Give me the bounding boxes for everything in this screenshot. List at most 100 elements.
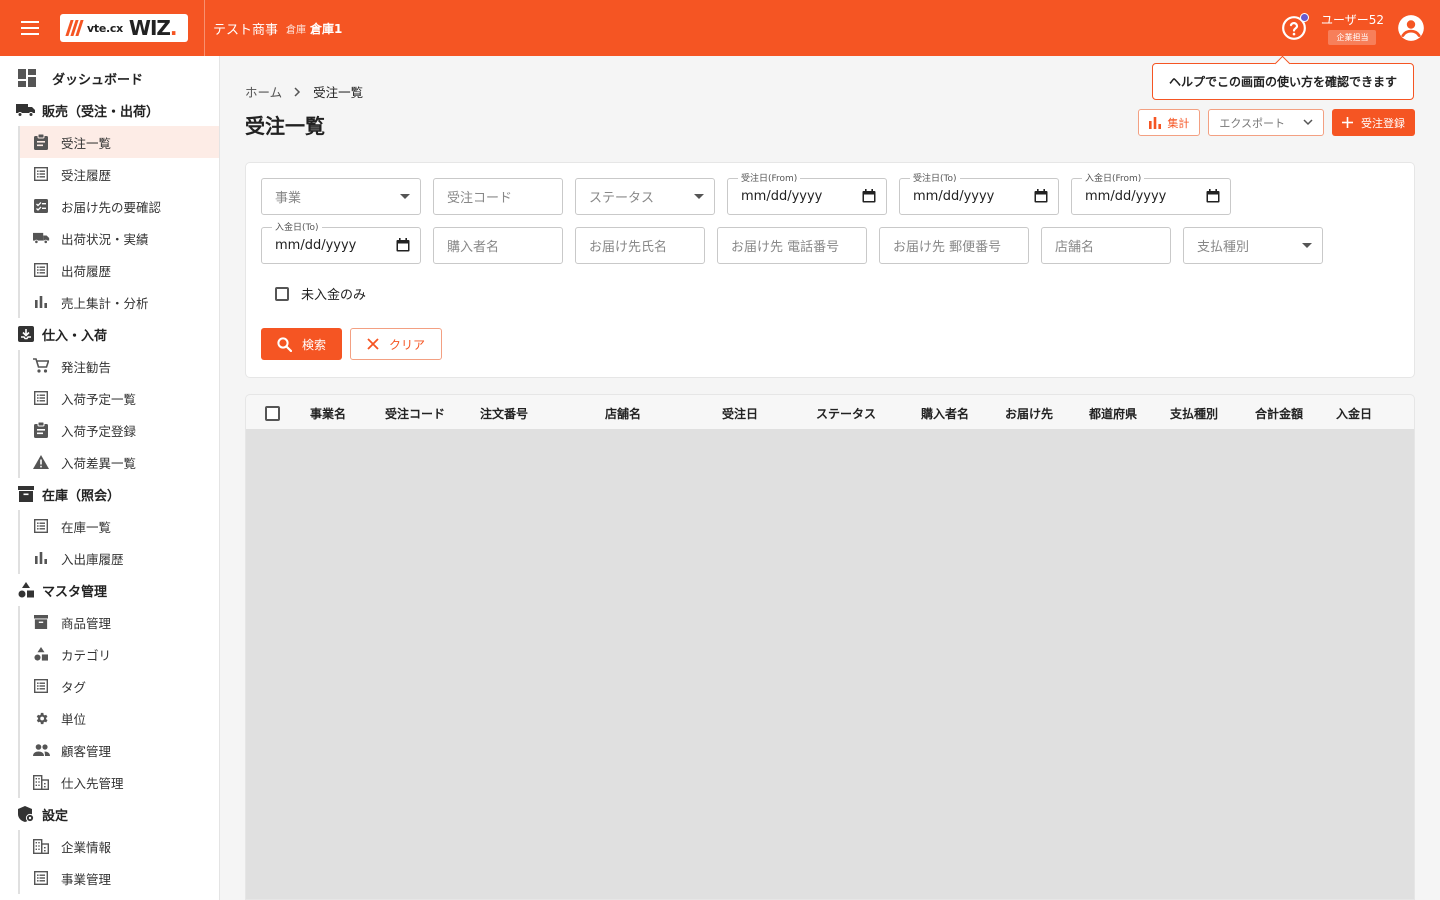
sidebar-item-arrival-diff[interactable]: 入荷差異一覧: [18, 446, 219, 478]
shapes-icon: [16, 580, 36, 600]
store-name-input[interactable]: 店舗名: [1041, 227, 1171, 264]
order-date-from-input[interactable]: 受注日(From) mm/dd/yyyy: [727, 171, 887, 215]
payment-date-from-label: 入金日(From): [1082, 171, 1145, 184]
search-button[interactable]: 検索: [261, 328, 342, 360]
business-select[interactable]: 事業: [261, 178, 421, 215]
column-total-amount[interactable]: 合計金額: [1255, 405, 1303, 422]
page-title: 受注一覧: [245, 114, 325, 138]
order-code-input[interactable]: 受注コード: [433, 178, 563, 215]
user-info[interactable]: ユーザー52 企業担当: [1321, 11, 1384, 45]
sidebar-item-arrival-schedule[interactable]: 入荷予定一覧: [18, 382, 219, 414]
archive-icon: [16, 484, 36, 504]
column-status[interactable]: ステータス: [816, 405, 876, 422]
orders-table: 事業名 受注コード 注文番号 店舗名 受注日 ステータス 購入者名 お届け先 都…: [245, 394, 1415, 900]
column-order-date[interactable]: 受注日: [722, 405, 758, 422]
sidebar-item-label: 出荷状況・実績: [61, 231, 149, 247]
dashboard-icon: [16, 67, 38, 89]
help-button[interactable]: [1279, 13, 1309, 43]
clear-button[interactable]: クリア: [350, 328, 442, 360]
sidebar-item-label: 仕入先管理: [61, 775, 124, 791]
recipient-phone-placeholder: お届け先 電話番号: [731, 240, 840, 255]
recipient-zip-placeholder: お届け先 郵便番号: [893, 240, 1002, 255]
order-code-placeholder: 受注コード: [447, 191, 513, 206]
sidebar-item-units[interactable]: 単位: [18, 702, 219, 734]
sidebar-item-label: 単位: [61, 711, 87, 727]
breadcrumb: ホーム 受注一覧: [245, 82, 363, 101]
account-button[interactable]: [1396, 13, 1426, 43]
warning-icon: [32, 453, 50, 471]
column-store-name[interactable]: 店舗名: [605, 405, 641, 422]
buyer-name-placeholder: 購入者名: [447, 240, 500, 255]
sidebar-item-tags[interactable]: タグ: [18, 670, 219, 702]
sidebar-item-sales-analysis[interactable]: 売上集計・分析: [18, 286, 219, 318]
sidebar-item-arrival-register[interactable]: 入荷予定登録: [18, 414, 219, 446]
calendar-icon[interactable]: [862, 189, 876, 203]
column-order-number[interactable]: 注文番号: [480, 405, 528, 422]
sidebar-section-purchasing[interactable]: 仕入・入荷: [0, 318, 219, 350]
buyer-name-input[interactable]: 購入者名: [433, 227, 563, 264]
column-buyer-name[interactable]: 購入者名: [921, 405, 969, 422]
settings-shield-icon: [16, 804, 36, 824]
status-select[interactable]: ステータス: [575, 178, 715, 215]
sidebar-section-settings[interactable]: 設定: [0, 798, 219, 830]
menu-button[interactable]: [0, 0, 60, 56]
register-order-button[interactable]: 受注登録: [1332, 109, 1415, 136]
aggregate-button[interactable]: 集計: [1138, 109, 1201, 136]
sidebar-item-label: タグ: [61, 679, 87, 695]
sidebar-item-categories[interactable]: カテゴリ: [18, 638, 219, 670]
app-logo[interactable]: vte.cx WIZ.: [60, 14, 188, 42]
payment-type-select[interactable]: 支払種別: [1183, 227, 1323, 264]
select-all-checkbox[interactable]: [265, 406, 280, 421]
payment-date-from-input[interactable]: 入金日(From) mm/dd/yyyy: [1071, 171, 1231, 215]
sidebar-section-label: 販売（受注・出荷）: [42, 104, 160, 120]
payment-type-placeholder: 支払種別: [1197, 240, 1250, 255]
sidebar-item-products[interactable]: 商品管理: [18, 606, 219, 638]
logo-text: vte.cx: [87, 21, 123, 35]
sidebar-item-stock-list[interactable]: 在庫一覧: [18, 510, 219, 542]
column-business-name[interactable]: 事業名: [310, 405, 346, 422]
order-date-to-input[interactable]: 受注日(To) mm/dd/yyyy: [899, 171, 1059, 215]
column-payment-type[interactable]: 支払種別: [1170, 405, 1218, 422]
column-prefecture[interactable]: 都道府県: [1089, 405, 1137, 422]
sidebar-section-label: 設定: [42, 808, 69, 824]
sidebar-section-master[interactable]: マスタ管理: [0, 574, 219, 606]
gear-icon: [32, 709, 50, 727]
column-order-code[interactable]: 受注コード: [385, 405, 445, 422]
bar-chart-icon: [1149, 116, 1162, 129]
sidebar-item-label: 在庫一覧: [61, 519, 112, 535]
column-recipient[interactable]: お届け先: [1005, 405, 1053, 422]
sidebar-item-label: 企業情報: [61, 839, 112, 855]
sidebar-item-company-info[interactable]: 企業情報: [18, 830, 219, 862]
sidebar-item-customers[interactable]: 顧客管理: [18, 734, 219, 766]
sidebar-item-order-recommend[interactable]: 発注勧告: [18, 350, 219, 382]
recipient-name-input[interactable]: お届け先氏名: [575, 227, 705, 264]
recipient-phone-input[interactable]: お届け先 電話番号: [717, 227, 867, 264]
sidebar-item-label: 顧客管理: [61, 743, 112, 759]
breadcrumb-home[interactable]: ホーム: [245, 82, 282, 101]
sidebar-section-inventory[interactable]: 在庫（照会）: [0, 478, 219, 510]
unpaid-only-checkbox[interactable]: 未入金のみ: [275, 284, 366, 303]
payment-date-to-input[interactable]: 入金日(To) mm/dd/yyyy: [261, 220, 421, 264]
sidebar-item-label: 入荷予定登録: [61, 423, 137, 439]
recipient-zip-input[interactable]: お届け先 郵便番号: [879, 227, 1029, 264]
search-icon: [277, 336, 292, 352]
sidebar-item-order-list[interactable]: 受注一覧: [18, 126, 219, 158]
calendar-icon[interactable]: [1206, 189, 1220, 203]
sidebar-item-shipping-status[interactable]: 出荷状況・実績: [18, 222, 219, 254]
sidebar-item-business-management[interactable]: 事業管理: [18, 862, 219, 894]
sidebar-section-sales[interactable]: 販売（受注・出荷）: [0, 94, 219, 126]
export-button[interactable]: エクスポート: [1208, 109, 1324, 136]
sidebar-item-order-history[interactable]: 受注履歴: [18, 158, 219, 190]
sidebar-item-label: 事業管理: [61, 871, 112, 887]
sidebar-item-suppliers[interactable]: 仕入先管理: [18, 766, 219, 798]
sidebar-item-shipping-history[interactable]: 出荷履歴: [18, 254, 219, 286]
clipboard-icon: [32, 133, 50, 151]
calendar-icon[interactable]: [396, 238, 410, 252]
checkbox-box[interactable]: [275, 286, 289, 301]
column-payment-date[interactable]: 入金日: [1336, 405, 1372, 422]
sidebar-item-dashboard[interactable]: ダッシュボード: [0, 62, 219, 94]
sidebar-item-recipient-check[interactable]: お届け先の要確認: [18, 190, 219, 222]
sidebar-item-stock-history[interactable]: 入出庫履歴: [18, 542, 219, 574]
sidebar-item-label: お届け先の要確認: [61, 199, 162, 215]
calendar-icon[interactable]: [1034, 189, 1048, 203]
